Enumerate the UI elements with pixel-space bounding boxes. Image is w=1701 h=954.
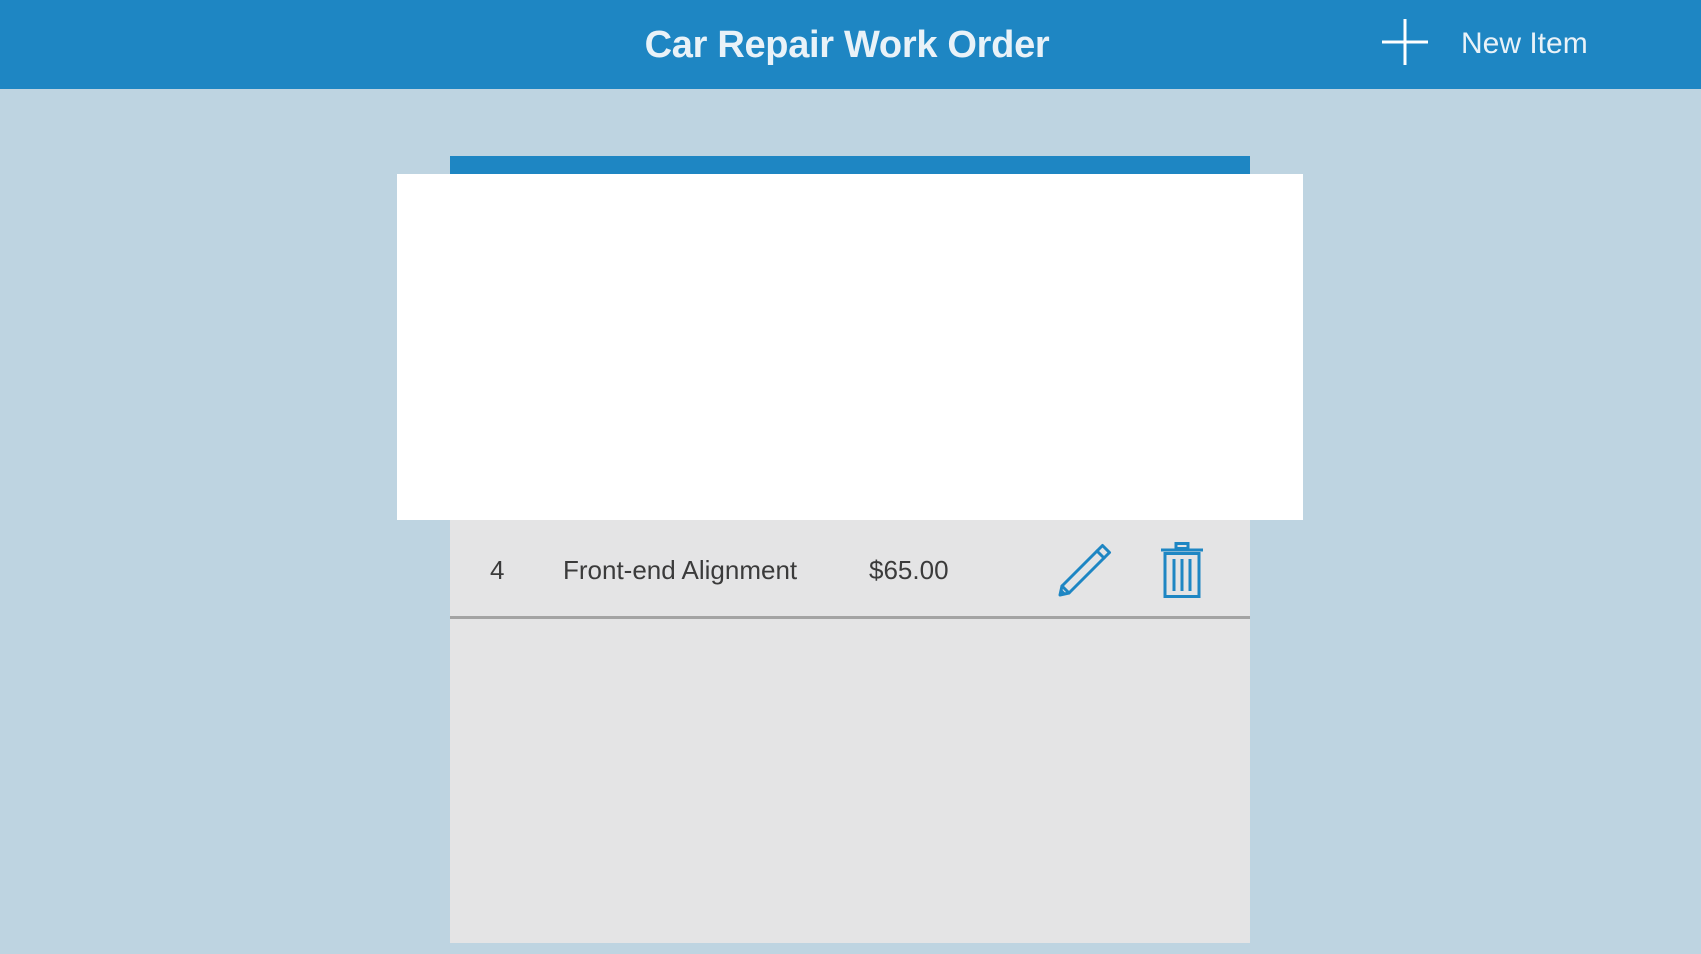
app-header: Car Repair Work Order New Item [0, 0, 1701, 89]
work-item-row[interactable]: 4 Front-end Alignment $65.00 [450, 521, 1250, 619]
pencil-icon[interactable] [1057, 542, 1113, 598]
item-price: $65.00 [869, 555, 949, 585]
blank-overlay-panel [397, 174, 1303, 520]
new-item-label: New Item [1461, 27, 1588, 60]
plus-icon [1382, 19, 1428, 65]
item-description: Front-end Alignment [563, 555, 798, 585]
panel-accent-bar [450, 156, 1250, 174]
new-item-button[interactable]: New Item [1380, 18, 1605, 66]
trash-icon[interactable] [1160, 542, 1204, 598]
item-number: 4 [490, 555, 505, 585]
